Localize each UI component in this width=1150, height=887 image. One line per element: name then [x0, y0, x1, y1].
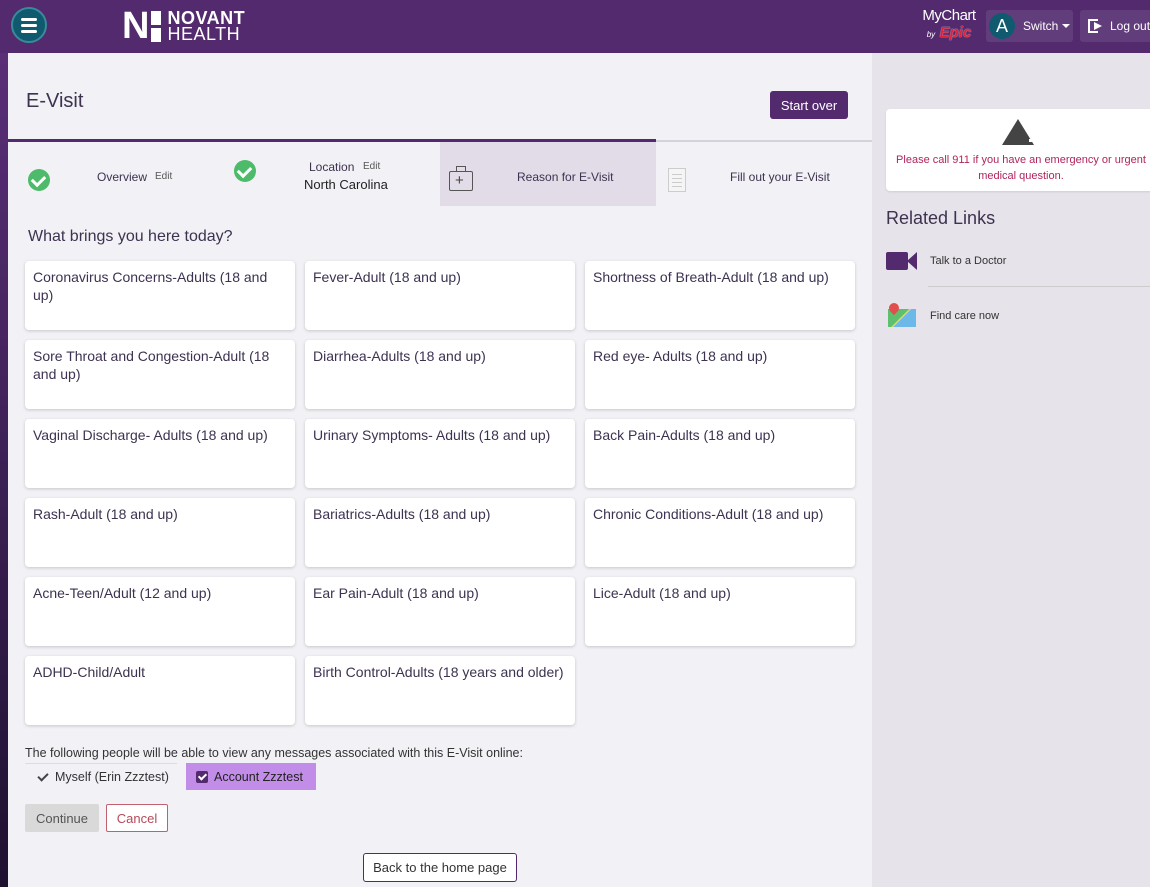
start-over-button[interactable]: Start over: [770, 91, 848, 119]
switch-label: Switch: [1023, 19, 1059, 33]
hamburger-icon-line: [21, 30, 37, 33]
viewer-checkbox-account[interactable]: Account Zzztest: [186, 763, 316, 790]
link-label: Talk to a Doctor: [930, 255, 1007, 267]
epic-label: Epic: [939, 24, 972, 41]
link-label: Find care now: [930, 310, 1000, 322]
related-link-talk-to-doctor[interactable]: Talk to a Doctor: [886, 246, 1150, 276]
main-content: E-Visit Start over Overview Edit Locatio…: [8, 53, 872, 887]
edit-overview-link[interactable]: Edit: [155, 171, 172, 182]
viewer-label: Myself (Erin Zzztest): [55, 770, 169, 784]
logout-icon: [1088, 18, 1104, 34]
switch-account-button[interactable]: A Switch: [986, 10, 1073, 42]
mychart-by: by: [926, 30, 936, 39]
viewers-info: The following people will be able to vie…: [25, 746, 523, 760]
step-label: Overview: [97, 170, 148, 184]
hamburger-icon: [21, 18, 37, 21]
reason-card[interactable]: Coronavirus Concerns-Adults (18 and up): [25, 261, 295, 330]
logout-button[interactable]: Log out: [1080, 10, 1150, 42]
left-decorative-strip: [0, 53, 8, 887]
reason-card[interactable]: Shortness of Breath-Adult (18 and up): [585, 261, 855, 330]
cancel-button[interactable]: Cancel: [106, 804, 168, 832]
page-title: E-Visit: [26, 90, 84, 112]
emergency-alert: Please call 911 if you have an emergency…: [886, 109, 1150, 191]
step-fill-out: Fill out your E-Visit: [656, 142, 872, 206]
logout-label: Log out: [1110, 19, 1150, 33]
step-label: Reason for E-Visit: [517, 170, 614, 184]
reason-card[interactable]: Back Pain-Adults (18 and up): [585, 419, 855, 488]
step-reason: + Reason for E-Visit: [440, 142, 656, 206]
reason-card[interactable]: Acne-Teen/Adult (12 and up): [25, 577, 295, 646]
logo-line2: HEALTH: [167, 24, 241, 44]
related-links-heading: Related Links: [886, 208, 996, 228]
related-link-find-care[interactable]: Find care now: [886, 300, 1150, 331]
step-location: Location Edit North Carolina: [224, 142, 440, 206]
reason-card[interactable]: Ear Pain-Adult (18 and up): [305, 577, 575, 646]
top-navigation-bar: N NOVANT HEALTH MyChart by Epic A Switch…: [0, 0, 1150, 53]
viewer-label: Account Zzztest: [214, 769, 303, 784]
reason-card[interactable]: Vaginal Discharge- Adults (18 and up): [25, 419, 295, 488]
viewer-checkbox-myself[interactable]: Myself (Erin Zzztest): [25, 763, 177, 790]
step-label: Location: [309, 160, 355, 174]
novant-health-logo[interactable]: N NOVANT HEALTH: [122, 5, 245, 47]
continue-button[interactable]: Continue: [25, 804, 99, 832]
reason-card[interactable]: Bariatrics-Adults (18 and up): [305, 498, 575, 567]
avatar: A: [989, 13, 1015, 39]
checkmark-icon: [28, 169, 50, 191]
question-heading: What brings you here today?: [28, 228, 233, 245]
video-camera-icon: [886, 250, 918, 272]
reason-card[interactable]: Chronic Conditions-Adult (18 and up): [585, 498, 855, 567]
location-value: North Carolina: [304, 177, 388, 192]
checkmark-icon: [234, 160, 256, 182]
right-sidebar: Please call 911 if you have an emergency…: [872, 53, 1150, 887]
hamburger-icon-line: [21, 24, 37, 27]
reason-card[interactable]: Diarrhea-Adults (18 and up): [305, 340, 575, 409]
checkbox-checked-icon: [37, 771, 49, 783]
step-label: Fill out your E-Visit: [730, 170, 830, 184]
mychart-by-epic-logo: MyChart by Epic: [918, 7, 980, 45]
reason-card[interactable]: Red eye- Adults (18 and up): [585, 340, 855, 409]
logo-mark: [151, 10, 162, 42]
medical-kit-icon: +: [449, 166, 473, 191]
warning-icon-dot: [1029, 139, 1033, 142]
back-home-button[interactable]: Back to the home page: [363, 853, 517, 882]
checkbox-checked-icon: [196, 770, 208, 783]
alert-text: Please call 911 if you have an emergency…: [896, 154, 1146, 182]
map-icon: [886, 300, 918, 329]
document-icon: [668, 168, 686, 192]
logo-letter: N: [122, 5, 149, 47]
logo-text: NOVANT HEALTH: [167, 9, 245, 44]
reason-card[interactable]: Rash-Adult (18 and up): [25, 498, 295, 567]
edit-location-link[interactable]: Edit: [363, 161, 380, 172]
warning-icon-mark: [1029, 128, 1033, 137]
menu-button[interactable]: [11, 7, 47, 43]
mychart-label: MyChart: [922, 7, 976, 24]
reason-card[interactable]: Urinary Symptoms- Adults (18 and up): [305, 419, 575, 488]
caret-down-icon: [1062, 24, 1071, 28]
step-overview: Overview Edit: [8, 142, 224, 206]
reason-card[interactable]: Lice-Adult (18 and up): [585, 577, 855, 646]
divider: [928, 286, 1150, 287]
reason-card[interactable]: Sore Throat and Congestion-Adult (18 and…: [25, 340, 295, 409]
reason-card[interactable]: Fever-Adult (18 and up): [305, 261, 575, 330]
reason-card[interactable]: ADHD-Child/Adult: [25, 656, 295, 725]
reason-card[interactable]: Birth Control-Adults (18 years and older…: [305, 656, 575, 725]
